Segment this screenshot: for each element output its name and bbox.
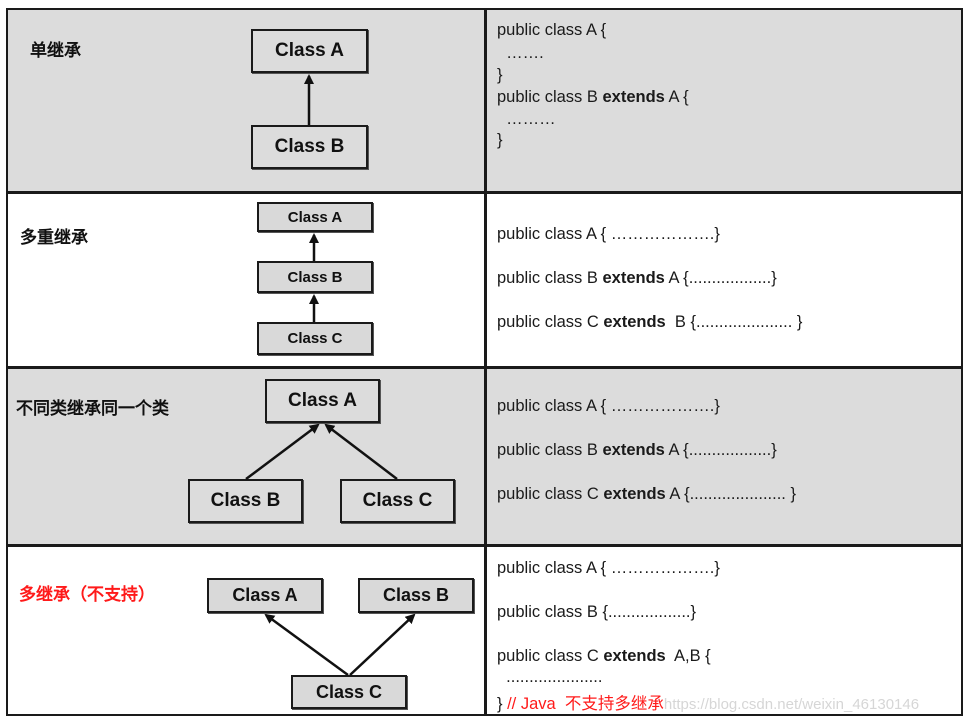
- row-label-single-inheritance: 单继承: [30, 41, 81, 61]
- code-line: }: [497, 66, 503, 84]
- class-box-a: Class A: [251, 29, 368, 73]
- code-line: …….: [497, 44, 544, 62]
- extends-keyword: extends: [602, 269, 665, 287]
- extends-keyword: extends: [603, 647, 666, 665]
- class-box-a: Class A: [265, 379, 380, 423]
- code-line: public class B {..................}: [497, 603, 696, 621]
- class-box-c: Class C: [340, 479, 455, 523]
- code-line: public class A {: [497, 21, 607, 39]
- code-line: public class C extends A {..............…: [497, 485, 796, 503]
- row-label-hierarchical-inheritance: 不同类继承同一个类: [16, 399, 169, 419]
- watermark: https://blog.csdn.net/weixin_46130146: [663, 696, 920, 713]
- column-divider: [484, 8, 487, 716]
- code-line: } // Java 不支持多继承https://blog.csdn.net/we…: [497, 695, 920, 713]
- class-box-b: Class B: [251, 125, 368, 169]
- extends-keyword: extends: [602, 441, 665, 459]
- row-label-multiple-inheritance: 多继承（不支持）: [19, 585, 155, 605]
- code-line: public class B extends A {..............…: [497, 269, 777, 287]
- class-box-b: Class B: [188, 479, 303, 523]
- code-line: public class C extends A,B {: [497, 647, 711, 665]
- class-box-c: Class C: [291, 675, 407, 709]
- row-label-multilevel-inheritance: 多重继承: [20, 228, 88, 248]
- code-line: .....................: [497, 668, 603, 686]
- code-line: }: [497, 131, 503, 149]
- code-line: public class A { ……………….}: [497, 397, 720, 415]
- code-line: public class B extends A {: [497, 88, 689, 106]
- code-line: ………: [497, 110, 556, 128]
- code-line: public class A { ……………….}: [497, 559, 720, 577]
- extends-keyword: extends: [603, 485, 666, 503]
- class-box-c: Class C: [257, 322, 373, 355]
- extends-keyword: extends: [603, 313, 666, 331]
- extends-keyword: extends: [602, 88, 665, 106]
- code-line: public class A { ……………….}: [497, 225, 720, 243]
- class-box-b: Class B: [358, 578, 474, 613]
- class-box-a: Class A: [257, 202, 373, 232]
- code-line: public class C extends B {..............…: [497, 313, 803, 331]
- code-line: public class B extends A {..............…: [497, 441, 777, 459]
- class-box-b: Class B: [257, 261, 373, 293]
- class-box-a: Class A: [207, 578, 323, 613]
- java-comment: // Java 不支持多继承: [502, 695, 664, 713]
